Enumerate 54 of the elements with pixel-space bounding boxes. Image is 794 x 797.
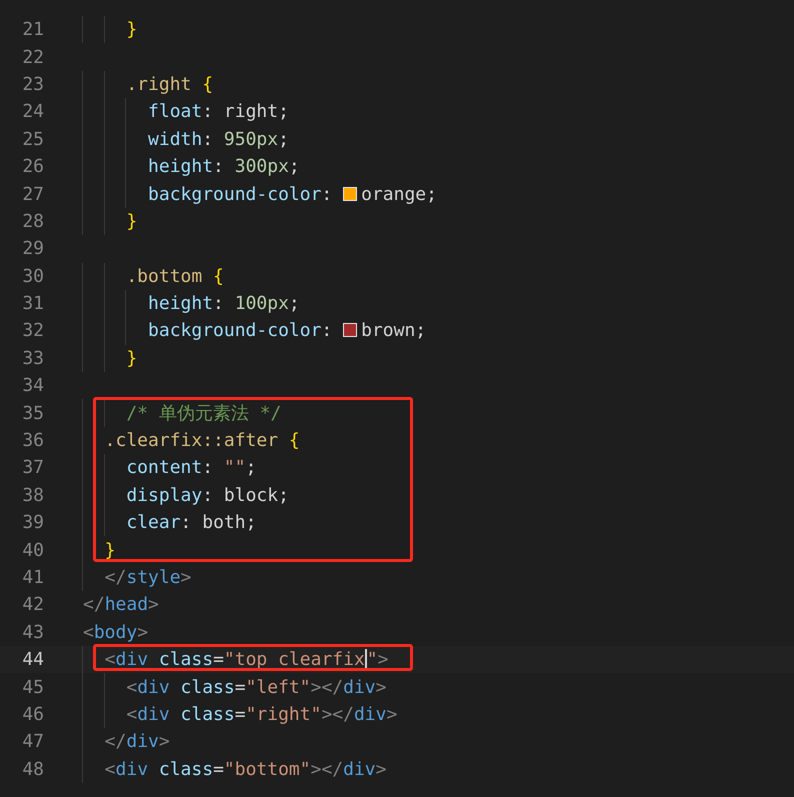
code-line: height: 100px; (147, 292, 300, 316)
line-number: 34 (21, 374, 44, 398)
code-line: display: block; (125, 484, 289, 508)
code-line: <div class="bottom"></div> (104, 758, 386, 782)
code-line: .bottom { (125, 264, 224, 289)
code-line: .clearfix::after { (104, 429, 300, 454)
line-number: 39 (21, 511, 44, 536)
line-number: 21 (21, 18, 44, 42)
code-line: <div class="right"></div> (125, 702, 398, 727)
code-line: </div> (104, 730, 170, 754)
line-number: 48 (21, 758, 44, 782)
code-line: float: right; (147, 100, 289, 124)
code-line: } (125, 346, 138, 371)
code-line: } (125, 210, 138, 234)
code-line: <body> (83, 620, 148, 645)
line-number: 30 (21, 264, 44, 289)
code-line: <div class="top clearfix"> (104, 648, 388, 672)
line-number: 41 (21, 566, 44, 590)
line-number: 28 (21, 210, 44, 234)
line-number: 47 (21, 730, 44, 754)
line-number: 33 (21, 346, 44, 371)
line-number: 35 (21, 402, 44, 426)
line-number: 29 (21, 237, 44, 262)
line-number: 46 (21, 702, 44, 727)
code-line: </style> (104, 566, 192, 590)
line-number: 23 (21, 72, 44, 97)
code-line: width: 950px; (147, 128, 289, 152)
line-number: 25 (21, 128, 44, 152)
line-number: 38 (21, 484, 44, 508)
code-line: height: 300px; (147, 155, 300, 180)
line-number: 27 (21, 182, 44, 207)
line-number: 37 (21, 456, 44, 480)
line-number: 43 (21, 620, 44, 645)
line-number: 31 (21, 292, 44, 316)
text-cursor (364, 649, 367, 670)
code-line: /* 单伪元素法 */ (125, 402, 282, 426)
line-number: 26 (21, 155, 44, 180)
code-line: </head> (83, 593, 159, 618)
line-number: 36 (21, 429, 44, 454)
line-number: 42 (21, 593, 44, 618)
code-line: } (125, 18, 138, 42)
code-line: content: ""; (125, 456, 256, 480)
line-number: 40 (21, 538, 44, 563)
code-line: clear: both; (125, 511, 256, 536)
line-number: 44 (21, 648, 44, 672)
line-number: 32 (21, 319, 44, 344)
code-line: background-color: orange; (147, 182, 437, 207)
line-number: 45 (21, 676, 44, 700)
code-line: background-color: brown; (147, 319, 426, 344)
line-number: 22 (21, 46, 44, 70)
code-line: } (104, 538, 116, 563)
code-line: <div class="left"></div> (125, 676, 386, 700)
code-line: .right { (125, 72, 214, 97)
line-number: 24 (21, 100, 44, 124)
